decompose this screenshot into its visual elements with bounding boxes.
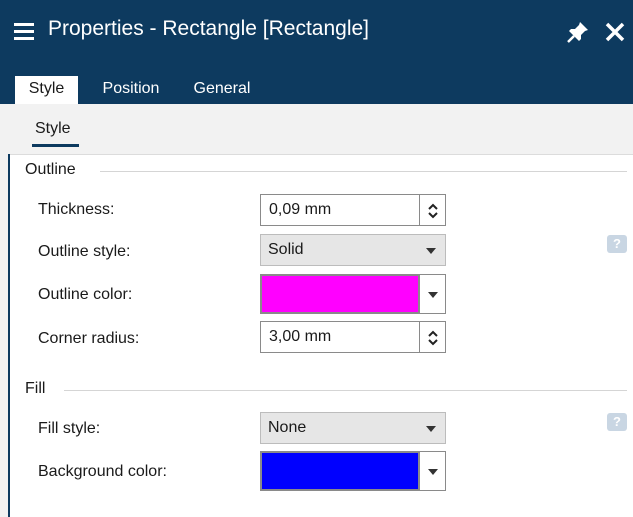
corner-radius-stepper[interactable]	[420, 321, 446, 353]
fill-group-divider	[64, 390, 627, 391]
left-edge-border	[8, 154, 10, 517]
stepper-arrows-icon	[428, 203, 438, 219]
subtab-bar	[0, 104, 633, 155]
thickness-label: Thickness:	[38, 201, 115, 218]
subtab-underline	[32, 144, 79, 147]
fill-style-select[interactable]: None	[260, 412, 446, 444]
tab-general[interactable]: General	[178, 76, 266, 104]
corner-radius-label: Corner radius:	[38, 330, 140, 347]
thickness-input[interactable]	[260, 194, 420, 226]
outline-color-dropdown[interactable]	[420, 274, 446, 314]
fill-style-value: None	[268, 419, 307, 436]
menu-icon[interactable]	[14, 23, 34, 40]
stepper-arrows-icon	[428, 330, 438, 346]
outline-help-icon[interactable]: ?	[607, 235, 627, 253]
subtab-style[interactable]: Style	[35, 120, 71, 138]
close-icon[interactable]	[603, 20, 627, 44]
outline-style-select[interactable]: Solid	[260, 234, 446, 266]
background-color-dropdown[interactable]	[420, 451, 446, 491]
background-color-swatch[interactable]	[260, 451, 420, 491]
corner-radius-input[interactable]	[260, 321, 420, 353]
fill-style-label: Fill style:	[38, 420, 101, 437]
outline-group-title: Outline	[25, 161, 76, 178]
outline-style-value: Solid	[268, 241, 304, 258]
pin-icon[interactable]	[566, 20, 590, 44]
outline-group-divider	[100, 171, 627, 172]
tab-style[interactable]: Style	[15, 76, 78, 104]
window-title: Properties - Rectangle [Rectangle]	[48, 17, 369, 40]
tab-position[interactable]: Position	[86, 76, 176, 104]
outline-color-swatch[interactable]	[260, 274, 420, 314]
thickness-stepper[interactable]	[420, 194, 446, 226]
chevron-down-icon	[426, 248, 436, 254]
chevron-down-icon	[428, 292, 438, 298]
chevron-down-icon	[426, 426, 436, 432]
background-color-label: Background color:	[38, 463, 167, 480]
outline-style-label: Outline style:	[38, 243, 131, 260]
left-strip	[0, 154, 8, 517]
chevron-down-icon	[428, 469, 438, 475]
fill-group-title: Fill	[25, 380, 46, 397]
fill-help-icon[interactable]: ?	[607, 413, 627, 431]
outline-color-label: Outline color:	[38, 286, 133, 303]
